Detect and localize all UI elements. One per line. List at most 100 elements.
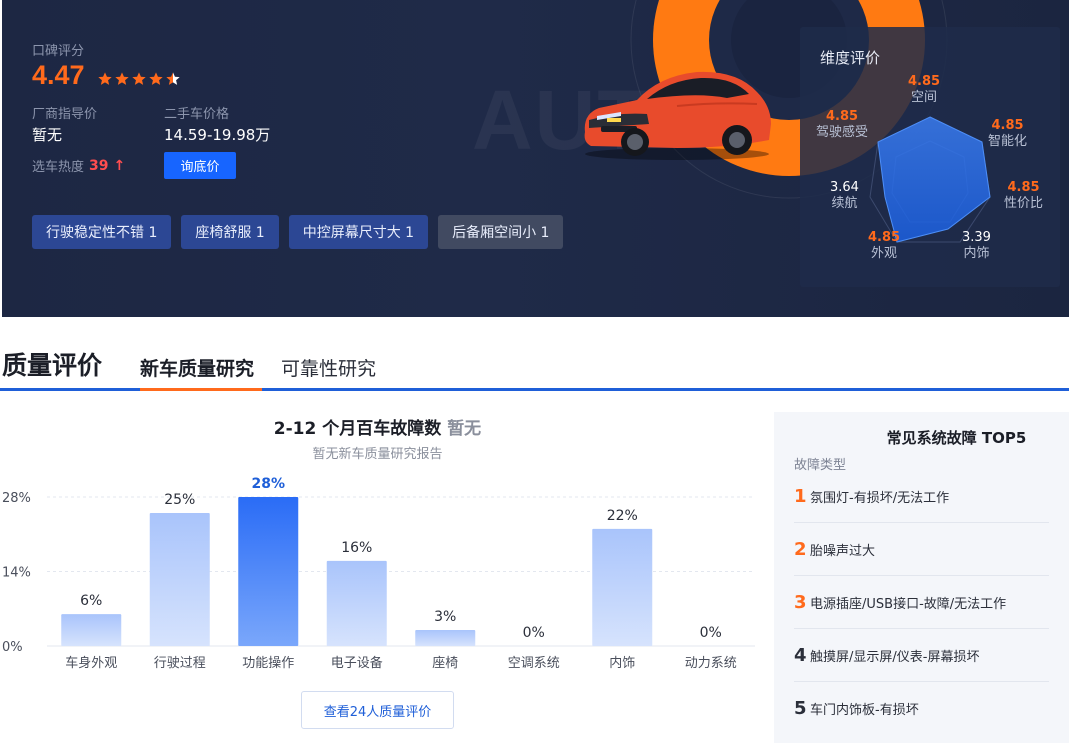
dim-score: 4.85: [908, 74, 941, 89]
star-icon: [132, 72, 146, 85]
fault-text: 胎噪声过大: [810, 543, 876, 559]
dim-score: 3.64: [830, 180, 859, 195]
star-icon: [98, 72, 112, 85]
bar-value-label: 3%: [434, 609, 456, 625]
car-image: [584, 71, 771, 160]
fault-text: 电源插座/USB接口-故障/无法工作: [810, 596, 1007, 612]
x-category-label: 车身外观: [65, 655, 117, 671]
view-more-reviews-button[interactable]: 查看24人质量评价: [301, 691, 454, 729]
fault-text: 车门内饰板-有损坏: [810, 703, 919, 718]
x-category-label: 电子设备: [331, 655, 383, 671]
half-star-icon: [166, 72, 180, 85]
heat-indicator: 选车热度 39 ↑: [32, 156, 126, 176]
fault-text: 氛围灯-有损坏/无法工作: [810, 490, 950, 506]
rank-number: 3: [794, 591, 807, 613]
top5-list: 1 氛围灯-有损坏/无法工作 2 胎噪声过大 3 电源插座/USB接口-故障/无…: [794, 470, 1049, 735]
dim-score: 4.85: [825, 109, 859, 124]
bar[interactable]: [238, 497, 299, 646]
list-item: 4 触摸屏/显示屏/仪表-屏幕损坏: [794, 629, 1049, 682]
dim-name: 外观: [871, 246, 898, 261]
bar[interactable]: [61, 614, 122, 646]
dim-name: 性价比: [1004, 196, 1044, 211]
dim-exterior: 4.85 外观: [868, 230, 900, 262]
rank-number: 2: [794, 538, 807, 560]
review-tag[interactable]: 行驶稳定性不错 1: [32, 215, 172, 249]
list-item: 3 电源插座/USB接口-故障/无法工作: [794, 576, 1049, 629]
dim-name: 智能化: [988, 134, 1028, 149]
x-category-label: 功能操作: [242, 655, 294, 671]
hero-banner: AUT 口碑评分 4.47 厂商指导价 暂无 二手车价格 14.59-19.98…: [2, 0, 1069, 317]
dimension-title: 维度评价: [820, 49, 881, 67]
tag-list: 行驶稳定性不错 1 座椅舒服 1 中控屏幕尺寸大 1 后备厢空间小 1: [32, 215, 564, 249]
dim-score: 4.85: [991, 118, 1024, 133]
bar-value-label: 25%: [164, 492, 195, 508]
dim-value: 4.85 性价比: [1004, 180, 1043, 212]
tab-reliability[interactable]: 可靠性研究: [281, 354, 376, 381]
dim-range: 3.64 续航: [830, 180, 859, 212]
star-icon: [115, 72, 129, 85]
dim-name: 内饰: [963, 246, 990, 261]
bar[interactable]: [592, 528, 653, 646]
dim-name: 续航: [831, 196, 858, 211]
active-tab-underline: [140, 388, 262, 391]
arrow-up-icon: ↑: [113, 157, 126, 174]
x-category-label: 空调系统: [508, 656, 560, 671]
rank-number: 5: [794, 698, 807, 719]
dim-score: 4.85: [868, 230, 901, 245]
page: AUT 口碑评分 4.47 厂商指导价 暂无 二手车价格 14.59-19.98…: [0, 0, 1069, 743]
guide-price-value: 暂无: [32, 126, 63, 144]
y-tick-label: 0%: [2, 640, 23, 655]
rating-label: 口碑评分: [32, 44, 85, 59]
inquire-price-button[interactable]: 询底价: [164, 152, 236, 179]
chart-title-value: 暂无: [447, 419, 482, 439]
x-category-label: 座椅: [432, 656, 458, 671]
y-tick-label: 14%: [2, 566, 31, 581]
x-category-label: 内饰: [609, 655, 635, 671]
list-item: 2 胎噪声过大: [794, 523, 1049, 576]
x-category-label: 动力系统: [685, 656, 737, 671]
rating-stars: [97, 71, 181, 87]
dim-score: 3.39: [962, 230, 991, 245]
top5-title: 常见系统故障 TOP5: [886, 429, 1027, 447]
top5-panel: 常见系统故障 TOP5 故障类型 1 氛围灯-有损坏/无法工作 2 胎噪声过大 …: [774, 412, 1069, 743]
dim-interior: 3.39 内饰: [962, 230, 991, 262]
bar[interactable]: [326, 560, 387, 646]
chart-title-main: 2-12 个月百车故障数: [273, 419, 442, 439]
x-category-label: 行驶过程: [154, 656, 206, 671]
bar[interactable]: [415, 630, 476, 646]
dimension-panel: 维度评价 4.85 空间 4.85 智能化 4.85 性价比 3.39 内饰 4…: [800, 27, 1060, 287]
section-title: 质量评价: [2, 351, 103, 380]
chart-title: 2-12 个月百车故障数 暂无: [0, 414, 755, 439]
bar-value-label: 0%: [523, 625, 545, 641]
y-tick-label: 28%: [2, 491, 31, 506]
fault-bar-chart: 0% 14% 28% 6% 车身外观 25% 行驶过程 28% 功能操作 16% 电子设备 3% 座椅…: [2, 476, 755, 671]
radar-chart: [869, 116, 991, 243]
fault-text: 触摸屏/显示屏/仪表-屏幕损坏: [810, 649, 980, 665]
list-item: 5 车门内饰板-有损坏: [794, 682, 1049, 735]
heat-value: 39: [89, 157, 109, 174]
review-tag[interactable]: 座椅舒服 1: [181, 215, 279, 249]
used-price-label: 二手车价格: [164, 107, 230, 122]
rank-number: 4: [794, 644, 807, 666]
dim-score: 4.85: [1007, 180, 1040, 195]
bar[interactable]: [149, 512, 210, 646]
used-price-value: 14.59-19.98万: [164, 126, 271, 144]
dim-space: 4.85 空间: [908, 74, 940, 106]
heat-label: 选车热度: [32, 160, 85, 175]
bar-value-label: 0%: [700, 625, 722, 641]
list-item: 1 氛围灯-有损坏/无法工作: [794, 470, 1049, 523]
review-tag[interactable]: 后备厢空间小 1: [438, 215, 564, 249]
bar-value-label: 28%: [251, 476, 285, 492]
tab-new-car-quality[interactable]: 新车质量研究: [140, 354, 254, 381]
bar-value-label: 22%: [607, 508, 638, 524]
star-icon: [149, 72, 163, 85]
review-tag[interactable]: 中控屏幕尺寸大 1: [288, 215, 429, 249]
guide-price-label: 厂商指导价: [32, 107, 98, 122]
dim-smart: 4.85 智能化: [988, 118, 1027, 150]
chart-subtitle: 暂无新车质量研究报告: [312, 447, 443, 462]
bar-value-label: 6%: [80, 593, 102, 609]
dim-driving: 4.85 驾驶感受: [816, 109, 868, 141]
rank-number: 1: [794, 485, 807, 507]
dim-name: 驾驶感受: [816, 125, 869, 140]
title-underline: [0, 388, 137, 391]
